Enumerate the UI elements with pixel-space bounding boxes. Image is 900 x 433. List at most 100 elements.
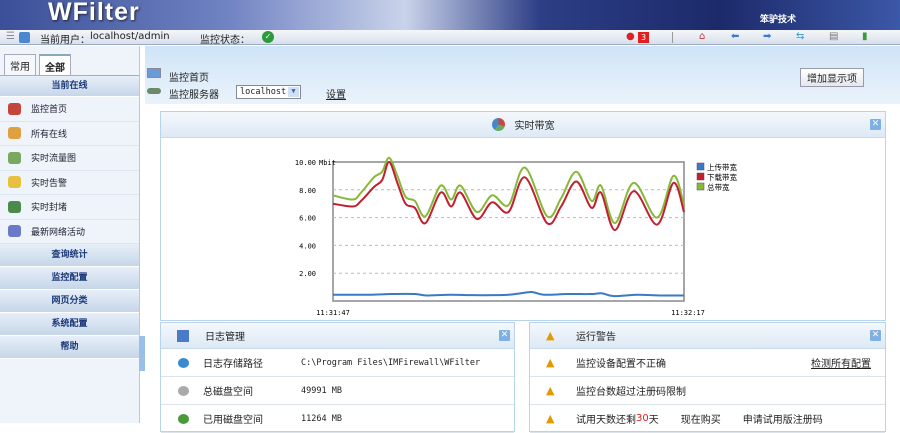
log-icon <box>177 329 189 342</box>
panel-title: 日志管理 <box>205 332 245 343</box>
log-panel: 日志管理 ✕ 日志存储路径 C:\Program Files\IMFirewall… <box>160 322 515 433</box>
sidebar-item-label: 实时封堵 <box>31 203 68 214</box>
tab-common[interactable]: 常用 <box>4 54 36 75</box>
menu-icon[interactable]: ☰ <box>6 31 15 42</box>
y-tick-label: 2.00 <box>299 270 316 278</box>
calendar-alert-icon <box>8 176 21 189</box>
status-ok-icon: ✓ <box>262 31 274 43</box>
monitor-status-label: 监控状态： <box>200 35 250 46</box>
home-icon <box>8 102 21 115</box>
sidebar-section[interactable]: 查询统计 <box>0 244 139 267</box>
sidebar-item[interactable]: 实时流量图 <box>0 146 139 171</box>
row-value: C:\Program Files\IMFirewall\WFilter <box>301 357 481 368</box>
warning-icon: ▲ <box>546 412 555 425</box>
bar-chart-icon <box>8 225 21 238</box>
warning-text: 监控台数超过注册码限制 <box>576 387 686 398</box>
row-label: 日志存储路径 <box>203 359 263 370</box>
trial-days: 30 <box>636 413 649 424</box>
server-select[interactable]: localhost ▼ <box>236 85 301 99</box>
main-header: 监控首页 监控服务器 localhost ▼ 设置 增加显示项 <box>145 46 900 104</box>
row-icon <box>178 385 189 396</box>
page-title: 监控首页 <box>169 73 209 84</box>
forward-arrow-icon[interactable]: ➡ <box>763 31 771 42</box>
sidebar-item[interactable]: 监控首页 <box>0 97 139 122</box>
logo: WFilter <box>48 0 140 26</box>
sidebar-item[interactable]: 所有在线 <box>0 122 139 146</box>
sidebar-section[interactable]: 帮助 <box>0 336 139 359</box>
sidebar-item-label: 实时告警 <box>31 178 68 189</box>
users-icon <box>8 127 21 140</box>
pie-chart-icon <box>491 118 505 131</box>
warning-icon: ▲ <box>546 329 555 342</box>
sidebar: 常用 全部 当前在线 监控首页所有在线实时流量图实时告警实时封堵最新网络活动 查… <box>0 46 140 423</box>
warning-text: 监控设备配置不正确 <box>576 359 666 370</box>
x-tick-label: 11:32:17 <box>671 309 705 317</box>
current-user: localhost/admin <box>90 31 170 42</box>
y-tick-label: 8.00 <box>299 187 316 195</box>
row-value: 11264 MB <box>301 413 342 424</box>
sidebar-section[interactable]: 监控配置 <box>0 267 139 290</box>
legend-swatch <box>696 172 705 181</box>
tab-all[interactable]: 全部 <box>39 54 71 75</box>
warning-icon: ▲ <box>546 384 555 397</box>
refresh-icon[interactable]: ⇆ <box>796 31 804 42</box>
print-icon[interactable]: ▤ <box>829 31 838 42</box>
warning-panel: ▲ 运行警告 ✕ ▲ 监控设备配置不正确 检测所有配置 ▲ 监控台数超过注册码限制 ▲ … <box>529 322 886 433</box>
apply-trial-link[interactable]: 申请试用版注册码 <box>743 411 823 426</box>
sidebar-item[interactable]: 最新网络活动 <box>0 220 139 244</box>
legend-label: 下载带宽 <box>707 172 737 182</box>
alert-count-badge[interactable]: 3 <box>638 32 650 43</box>
home-icon[interactable]: ⌂ <box>699 31 705 42</box>
server-icon <box>147 88 161 94</box>
sidebar-section[interactable]: 网页分类 <box>0 290 139 313</box>
sidebar-item-label: 实时流量图 <box>31 154 77 165</box>
close-icon[interactable]: ✕ <box>870 119 881 130</box>
settings-link[interactable]: 设置 <box>326 86 346 101</box>
sidebar-section[interactable]: 系统配置 <box>0 313 139 336</box>
y-tick-label: 10.00 <box>295 159 316 167</box>
alert-pin-icon[interactable]: ● <box>626 31 635 42</box>
pie-chart-icon <box>8 151 21 164</box>
x-tick-label: 11:31:47 <box>316 309 350 317</box>
add-display-item-button[interactable]: 增加显示项 <box>800 68 864 87</box>
buy-now-link[interactable]: 现在购买 <box>681 411 721 426</box>
legend-label: 总带宽 <box>707 182 730 192</box>
plot-area <box>332 161 685 302</box>
y-tick-label: 6.00 <box>299 215 316 223</box>
row-icon <box>178 357 189 368</box>
sidebar-item-label: 监控首页 <box>31 105 68 116</box>
row-value: 49991 MB <box>301 385 342 396</box>
unit-label: Mbit <box>319 159 336 167</box>
warning-icon: ▲ <box>546 356 555 369</box>
bandwidth-chart: 2.00 4.00 6.00 8.00 10.00 Mbit 11:31:47 11:32:1… <box>295 156 737 317</box>
toolbar: ☰ 当前用户： localhost/admin 监控状态： ✓ ● 3 ⌂ ⬅ … <box>0 30 900 46</box>
y-tick-label: 4.00 <box>299 242 316 250</box>
toolbar-divider <box>672 32 673 43</box>
close-icon[interactable]: ✕ <box>870 330 881 341</box>
current-user-label: 当前用户： <box>40 35 90 46</box>
trial-prefix: 试用天数还剩 <box>576 415 636 426</box>
legend-swatch <box>696 162 705 171</box>
sidebar-item[interactable]: 实时告警 <box>0 171 139 195</box>
legend-label: 上传带宽 <box>707 162 737 172</box>
section-online[interactable]: 当前在线 <box>0 76 139 97</box>
check-all-config-link[interactable]: 检测所有配置 <box>811 355 871 370</box>
user-icon <box>19 32 30 43</box>
brand-text: 笨驴技术 <box>760 15 797 25</box>
sidebar-item-label: 所有在线 <box>31 129 68 140</box>
sidebar-collapse-handle[interactable] <box>139 336 145 371</box>
sidebar-item[interactable]: 实时封堵 <box>0 195 139 220</box>
row-label: 总磁盘空间 <box>203 387 253 398</box>
server-label: 监控服务器 <box>169 90 219 101</box>
banner: WFilter 笨驴技术 <box>0 0 900 30</box>
block-icon <box>8 200 21 213</box>
trial-suffix: 天 <box>648 415 659 426</box>
server-select-value: localhost <box>240 87 287 97</box>
row-icon <box>178 413 189 424</box>
legend-swatch <box>696 182 705 191</box>
close-icon[interactable]: ✕ <box>499 330 510 341</box>
panel-title: 实时带宽 <box>514 121 555 132</box>
panel-title: 运行警告 <box>576 332 616 343</box>
logout-icon[interactable]: ▮ <box>862 31 868 42</box>
back-arrow-icon[interactable]: ⬅ <box>731 31 739 42</box>
